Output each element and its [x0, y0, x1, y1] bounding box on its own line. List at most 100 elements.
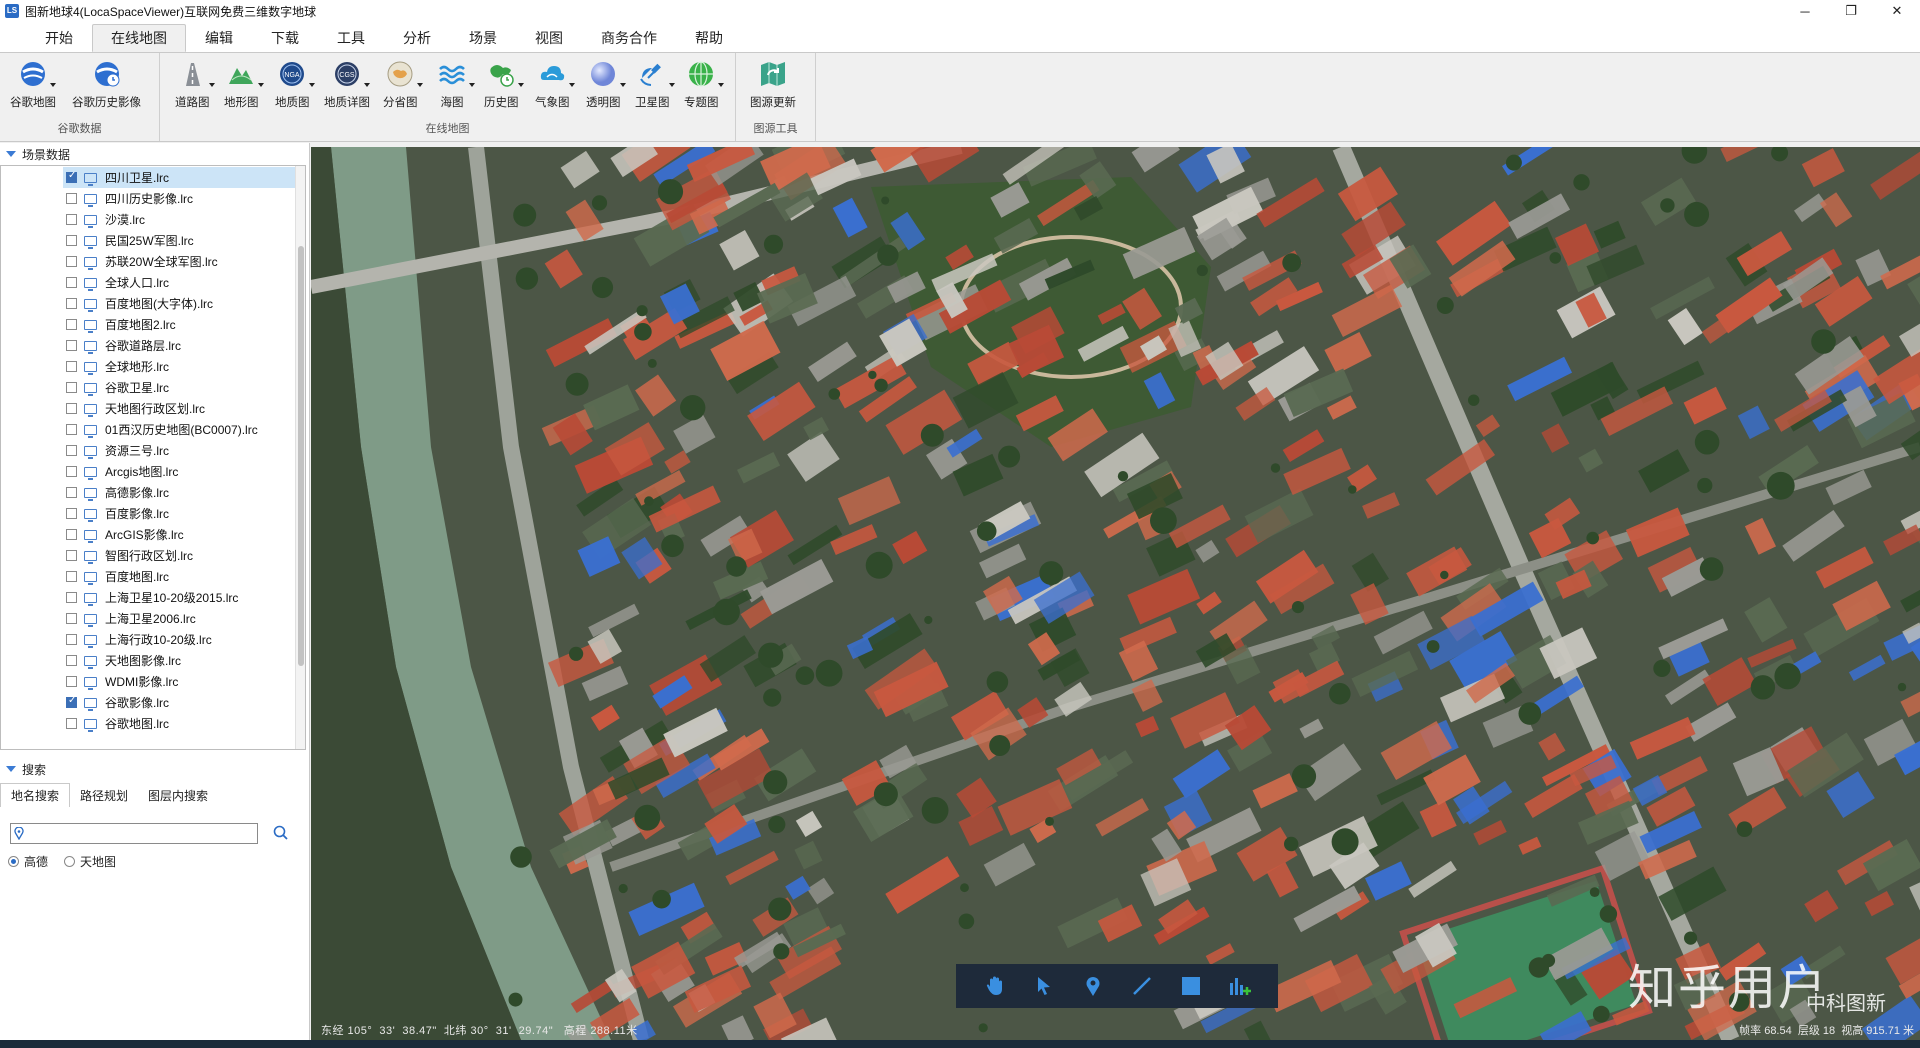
- tool-geology-detail-map[interactable]: CGS 地质详图: [324, 59, 370, 110]
- tree-item[interactable]: WDMI影像.lrc: [1, 671, 295, 692]
- tool-history-map[interactable]: 历史图: [484, 59, 525, 110]
- tree-item[interactable]: 全球地形.lrc: [1, 356, 295, 377]
- tree-item[interactable]: 沙漠.lrc: [1, 209, 295, 230]
- pointer-icon[interactable]: [1029, 971, 1059, 1001]
- tree-item[interactable]: ArcGIS影像.lrc: [1, 524, 295, 545]
- layer-checkbox[interactable]: [66, 718, 77, 729]
- layer-checkbox[interactable]: [66, 592, 77, 603]
- layer-checkbox[interactable]: [66, 695, 77, 708]
- layer-checkbox[interactable]: [66, 487, 77, 498]
- layer-checkbox[interactable]: [66, 361, 77, 372]
- search-header[interactable]: 搜索: [0, 758, 306, 780]
- menu-online-map[interactable]: 在线地图: [92, 24, 186, 52]
- radio-gaode[interactable]: [8, 856, 19, 867]
- collapse-triangle-icon[interactable]: [6, 766, 16, 772]
- tree-item[interactable]: 百度影像.lrc: [1, 503, 295, 524]
- tree-item[interactable]: 上海行政10-20级.lrc: [1, 629, 295, 650]
- tree-item[interactable]: 全球人口.lrc: [1, 272, 295, 293]
- layer-checkbox[interactable]: [66, 655, 77, 666]
- tool-province-map[interactable]: 分省图: [383, 59, 424, 110]
- minimize-button[interactable]: ─: [1782, 0, 1828, 22]
- layer-checkbox[interactable]: [66, 214, 77, 225]
- tree-item[interactable]: 民国25W军图.lrc: [1, 230, 295, 251]
- menu-scene[interactable]: 场景: [450, 24, 516, 52]
- tool-satellite-map[interactable]: 卫星图: [635, 59, 676, 110]
- line-icon[interactable]: [1127, 971, 1157, 1001]
- tree-item[interactable]: 上海卫星10-20级2015.lrc: [1, 587, 295, 608]
- chart-add-icon[interactable]: [1225, 971, 1255, 1001]
- chevron-down-icon[interactable]: [469, 83, 475, 87]
- tool-google-history[interactable]: 谷歌历史影像: [72, 59, 141, 110]
- layer-checkbox[interactable]: [66, 340, 77, 351]
- layer-checkbox[interactable]: [66, 319, 77, 330]
- layer-checkbox[interactable]: [66, 193, 77, 204]
- chevron-down-icon[interactable]: [258, 83, 265, 87]
- tree-item[interactable]: 谷歌道路层.lrc: [1, 335, 295, 356]
- search-input[interactable]: [10, 823, 258, 844]
- tool-road-map[interactable]: 道路图: [175, 59, 216, 110]
- tree-item[interactable]: 苏联20W全球军图.lrc: [1, 251, 295, 272]
- tree-item[interactable]: 高德影像.lrc: [1, 482, 295, 503]
- layer-checkbox[interactable]: [66, 676, 77, 687]
- layer-checkbox[interactable]: [66, 277, 77, 288]
- tree-item[interactable]: 谷歌卫星.lrc: [1, 377, 295, 398]
- tree-item[interactable]: 四川历史影像.lrc: [1, 188, 295, 209]
- chevron-down-icon[interactable]: [569, 83, 576, 87]
- chevron-down-icon[interactable]: [209, 83, 216, 87]
- chevron-down-icon[interactable]: [620, 83, 627, 87]
- layer-checkbox[interactable]: [66, 529, 77, 540]
- layer-checkbox[interactable]: [66, 445, 77, 456]
- menu-download[interactable]: 下载: [252, 24, 318, 52]
- pin-icon[interactable]: [1078, 971, 1108, 1001]
- layer-checkbox[interactable]: [66, 634, 77, 645]
- tool-sea-map[interactable]: 海图: [437, 59, 475, 110]
- layer-checkbox[interactable]: [66, 235, 77, 246]
- tree-item[interactable]: 资源三号.lrc: [1, 440, 295, 461]
- layer-checkbox[interactable]: [66, 466, 77, 477]
- tool-google-map[interactable]: 谷歌地图: [10, 59, 56, 110]
- tree-item[interactable]: 上海卫星2006.lrc: [1, 608, 295, 629]
- layer-checkbox[interactable]: [66, 550, 77, 561]
- chevron-down-icon[interactable]: [417, 83, 424, 87]
- menu-start[interactable]: 开始: [26, 24, 92, 52]
- layer-checkbox[interactable]: [66, 508, 77, 519]
- tab-place-search[interactable]: 地名搜索: [0, 783, 71, 807]
- menu-tools[interactable]: 工具: [318, 24, 384, 52]
- layer-checkbox[interactable]: [66, 298, 77, 309]
- tab-route-planning[interactable]: 路径规划: [70, 783, 138, 807]
- chevron-down-icon[interactable]: [718, 83, 725, 87]
- tree-item[interactable]: 天地图行政区划.lrc: [1, 398, 295, 419]
- chevron-down-icon[interactable]: [309, 83, 316, 87]
- search-icon[interactable]: [272, 824, 290, 842]
- layer-checkbox[interactable]: [66, 403, 77, 414]
- tree-item[interactable]: 百度地图(大字体).lrc: [1, 293, 295, 314]
- tree-item[interactable]: 谷歌地图.lrc: [1, 713, 295, 734]
- hand-icon[interactable]: [980, 971, 1010, 1001]
- tree-item[interactable]: Arcgis地图.lrc: [1, 461, 295, 482]
- chevron-down-icon[interactable]: [669, 83, 676, 87]
- chevron-down-icon[interactable]: [364, 83, 370, 87]
- menu-help[interactable]: 帮助: [676, 24, 742, 52]
- tree-item[interactable]: 百度地图2.lrc: [1, 314, 295, 335]
- menu-business[interactable]: 商务合作: [582, 24, 676, 52]
- scrollbar-thumb[interactable]: [298, 246, 304, 666]
- scene-data-header[interactable]: 场景数据: [0, 143, 309, 165]
- menu-view[interactable]: 视图: [516, 24, 582, 52]
- tree-item[interactable]: 01西汉历史地图(BC0007).lrc: [1, 419, 295, 440]
- layer-checkbox[interactable]: [66, 256, 77, 267]
- layer-checkbox[interactable]: [66, 170, 77, 183]
- tool-terrain-map[interactable]: 地形图: [224, 59, 265, 110]
- tab-layer-search[interactable]: 图层内搜索: [138, 783, 218, 807]
- close-button[interactable]: ✕: [1874, 0, 1920, 22]
- layer-checkbox[interactable]: [66, 613, 77, 624]
- tree-item[interactable]: 智图行政区划.lrc: [1, 545, 295, 566]
- tree-item[interactable]: 天地图影像.lrc: [1, 650, 295, 671]
- collapse-triangle-icon[interactable]: [6, 151, 16, 157]
- tree-item[interactable]: 百度地图.lrc: [1, 566, 295, 587]
- chevron-down-icon[interactable]: [518, 83, 525, 87]
- tool-thematic-map[interactable]: 专题图: [684, 59, 725, 110]
- menu-edit[interactable]: 编辑: [186, 24, 252, 52]
- tree-item[interactable]: 四川卫星.lrc: [1, 167, 295, 188]
- tool-transparent-map[interactable]: 透明图: [586, 59, 627, 110]
- tree-item[interactable]: 谷歌影像.lrc: [1, 692, 295, 713]
